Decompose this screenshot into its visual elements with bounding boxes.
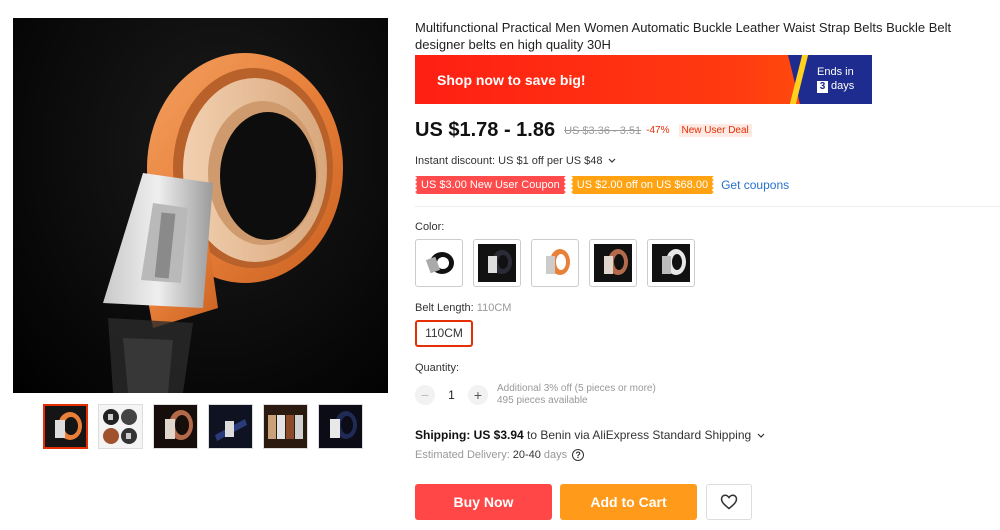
quantity-decrease-button[interactable]: − [415, 385, 435, 405]
color-swatch-3[interactable] [531, 239, 579, 287]
buy-now-button[interactable]: Buy Now [415, 484, 552, 520]
color-swatch-2[interactable] [473, 239, 521, 287]
color-swatch-5[interactable] [647, 239, 695, 287]
discount-percent: -47% [646, 125, 670, 136]
product-main-image[interactable] [13, 18, 388, 393]
thumbnail-1[interactable] [43, 404, 88, 449]
thumbnail-strip [43, 404, 363, 449]
new-user-deal-badge: New User Deal [678, 124, 752, 137]
stock-available: 495 pieces available [497, 395, 588, 406]
product-title: Multifunctional Practical Men Women Auto… [415, 20, 952, 52]
promo-stripe [789, 55, 809, 104]
thumbnail-6[interactable] [318, 404, 363, 449]
wishlist-button[interactable] [706, 484, 752, 520]
promo-banner[interactable]: Shop now to save big! Ends in 3 days [415, 55, 872, 104]
section-divider [415, 206, 1000, 207]
bulk-discount-note: Additional 3% off (5 pieces or more) [497, 383, 656, 394]
quantity-stepper: − 1 + Additional 3% off (5 pieces or mor… [415, 383, 656, 407]
get-coupons-link[interactable]: Get coupons [721, 178, 789, 192]
promo-days: 3 days [817, 79, 872, 93]
promo-text: Shop now to save big! [437, 71, 586, 88]
heart-icon [720, 494, 738, 510]
original-price: US $3.36 - 3.51 [564, 124, 642, 137]
shipping-destination: to Benin via AliExpress Standard Shippin… [523, 428, 752, 442]
delivery-days: 20-40 [512, 449, 541, 461]
promo-days-number: 3 [817, 81, 828, 93]
promo-days-label: days [831, 80, 855, 92]
chevron-down-icon [608, 158, 616, 163]
color-label: Color: [415, 221, 445, 233]
quantity-label: Quantity: [415, 362, 460, 374]
help-circle-icon[interactable]: ? [572, 449, 585, 461]
chevron-down-icon [757, 433, 764, 438]
thumbnail-2[interactable] [98, 404, 143, 449]
quantity-note: Additional 3% off (5 pieces or more) 495… [497, 383, 656, 407]
thumbnail-5[interactable] [263, 404, 308, 449]
store-coupon[interactable]: US $2.00 off on US $68.00 [568, 176, 717, 194]
price-row: US $1.78 - 1.86 US $3.36 - 3.51 -47% New… [415, 119, 752, 142]
new-user-coupon[interactable]: US $3.00 New User Coupon [413, 176, 568, 194]
belt-length-value: 110CM [476, 302, 512, 314]
shipping-info[interactable]: Shipping: US $3.94 to Benin via AliExpre… [415, 428, 765, 442]
belt-length-label-row: Belt Length: 110CM [415, 302, 511, 314]
coupon-row: US $3.00 New User Coupon US $2.00 off on… [413, 176, 789, 194]
thumbnail-3[interactable] [153, 404, 198, 449]
color-swatch-4[interactable] [589, 239, 637, 287]
promo-countdown: Ends in 3 days [788, 55, 872, 104]
delivery-label: Estimated Delivery: [415, 449, 510, 461]
color-swatch-1[interactable] [415, 239, 463, 287]
shipping-cost: Shipping: US $3.94 [415, 428, 524, 442]
belt-length-label: Belt Length: [415, 302, 474, 314]
quantity-increase-button[interactable]: + [468, 385, 488, 405]
current-price: US $1.78 - 1.86 [415, 119, 556, 141]
belt-photo [103, 53, 343, 393]
instant-discount[interactable]: Instant discount: US $1 off per US $48 [415, 155, 616, 167]
quantity-value[interactable]: 1 [435, 388, 468, 402]
color-swatches [415, 239, 695, 287]
estimated-delivery: Estimated Delivery: 20-40 days ? [415, 449, 585, 461]
thumbnail-4[interactable] [208, 404, 253, 449]
add-to-cart-button[interactable]: Add to Cart [560, 484, 697, 520]
instant-discount-text: Instant discount: US $1 off per US $48 [415, 155, 603, 167]
promo-ends-label: Ends in [817, 66, 854, 78]
length-option-110cm[interactable]: 110CM [415, 320, 473, 347]
delivery-unit: days [543, 449, 568, 461]
